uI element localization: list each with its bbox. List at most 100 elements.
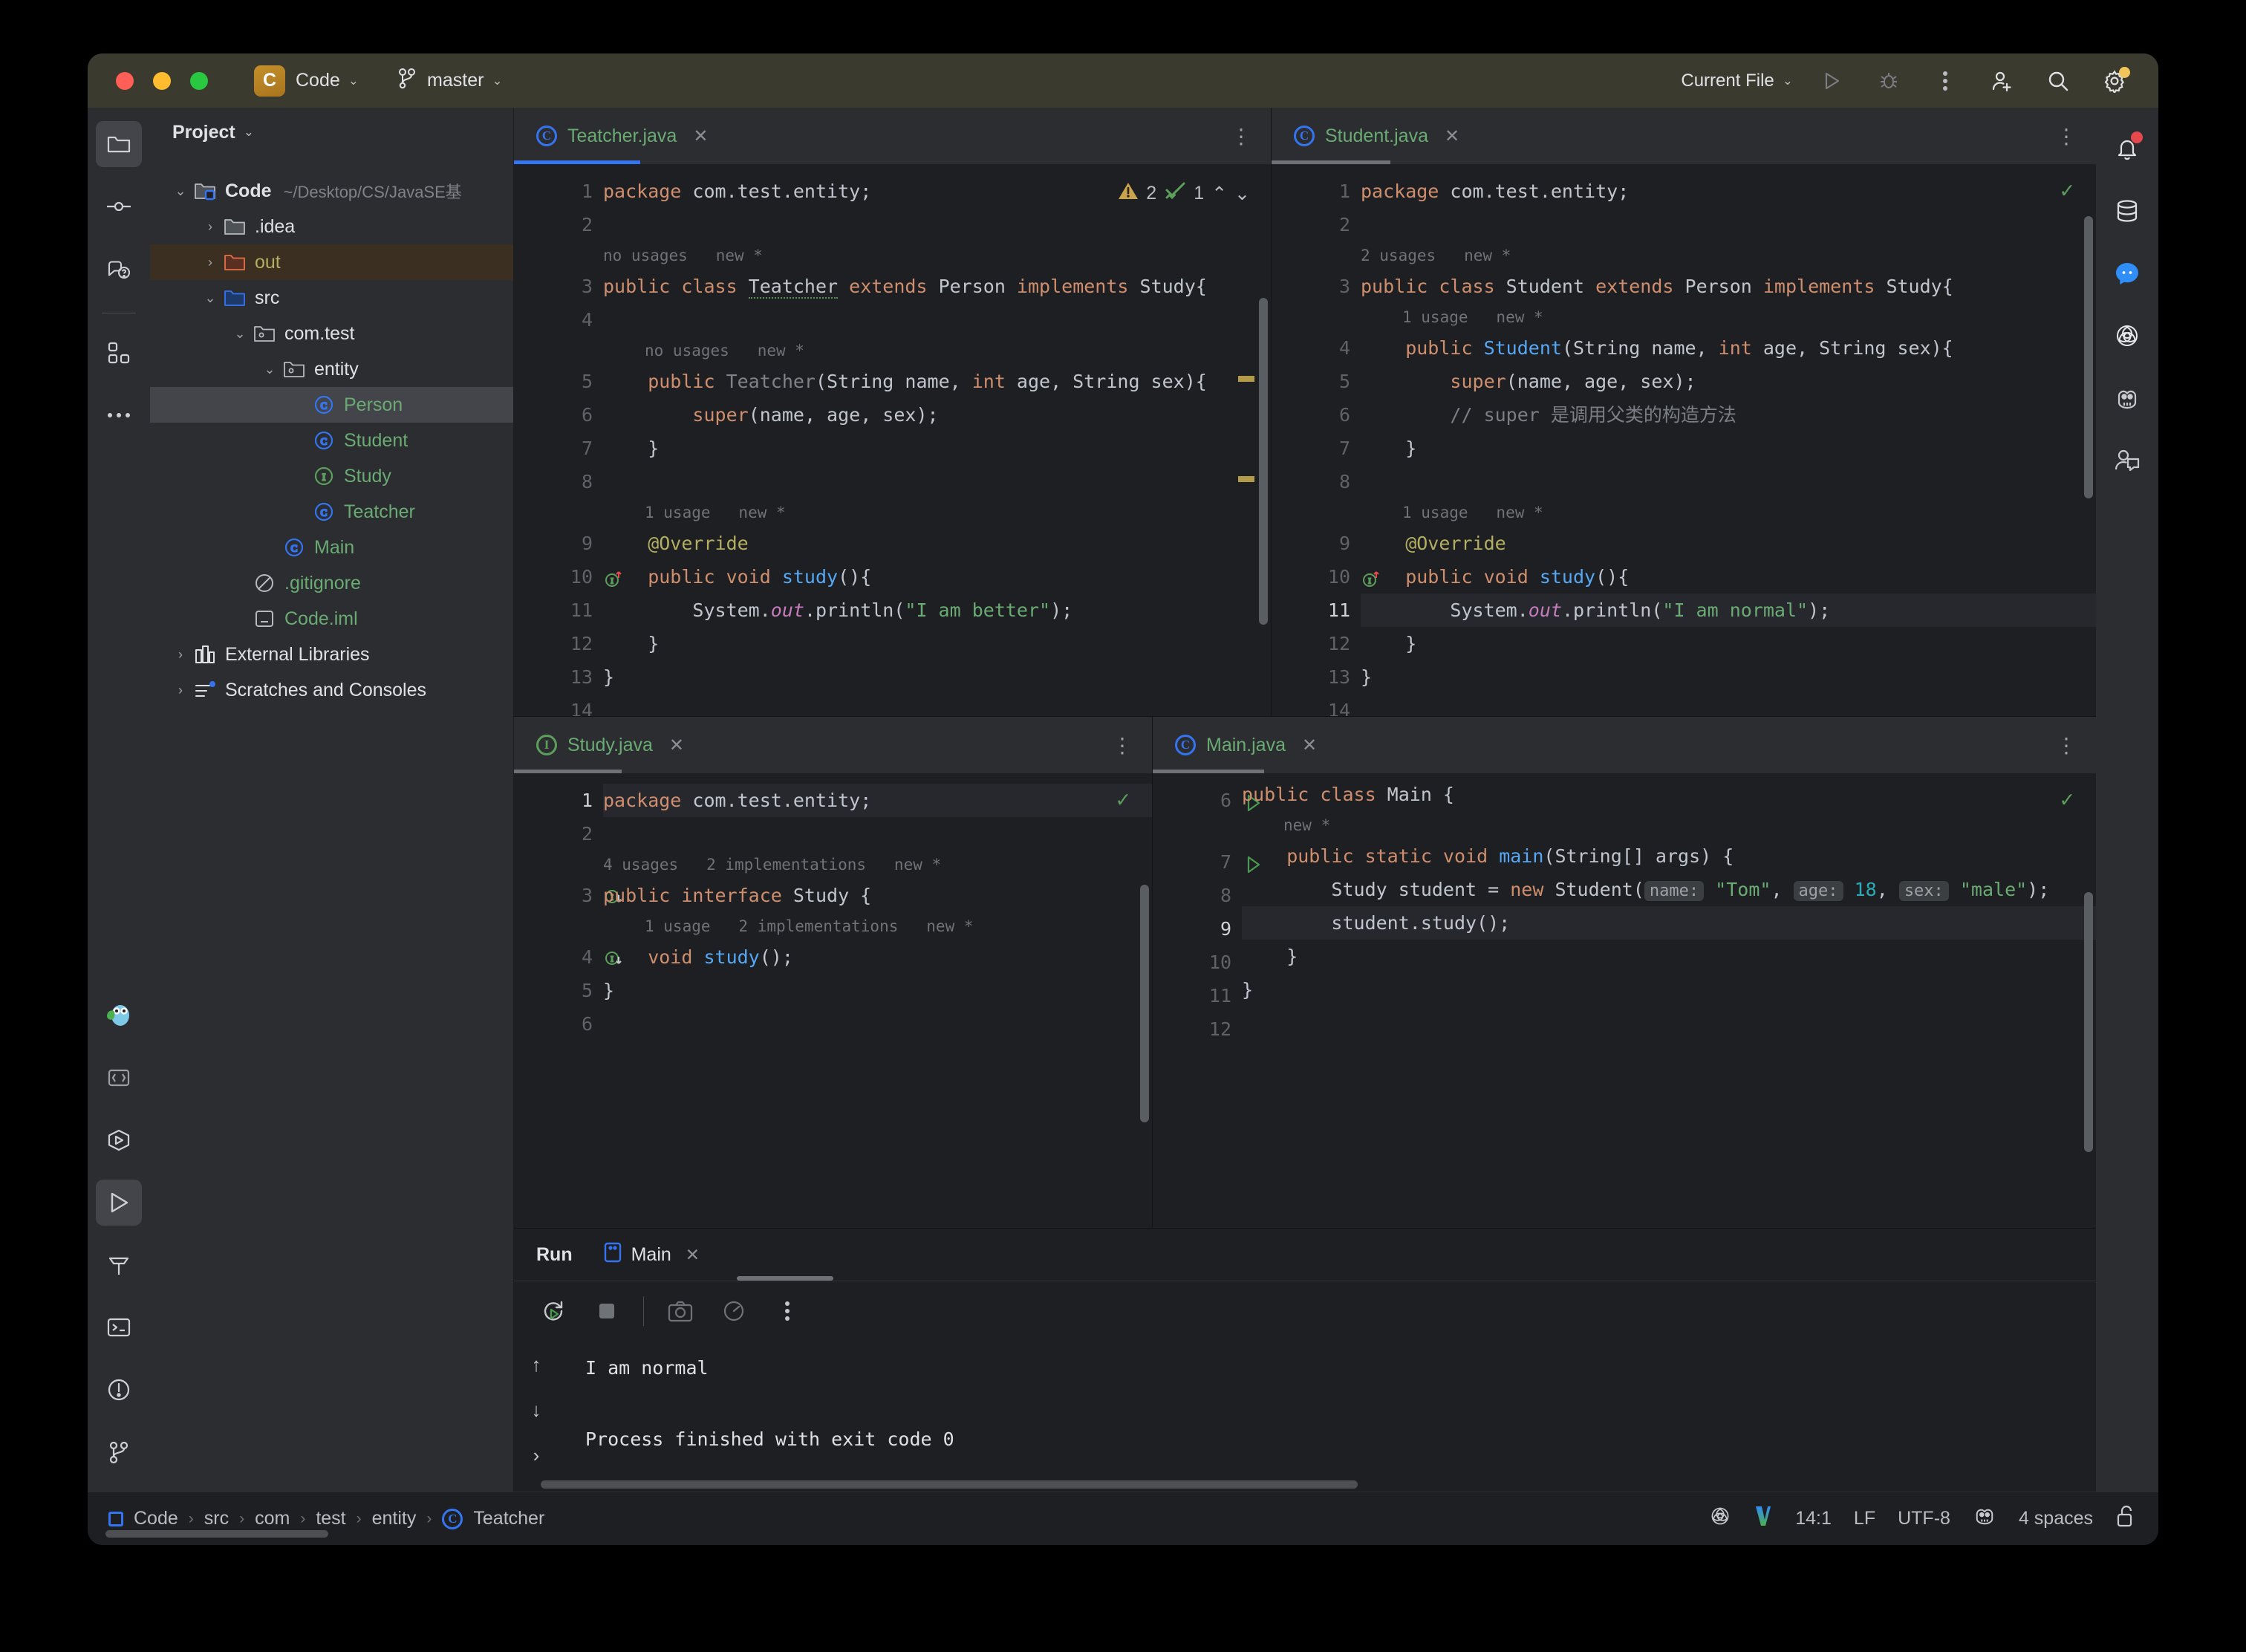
code-line[interactable]: } bbox=[1361, 660, 2096, 694]
tree-node-person[interactable]: CPerson bbox=[150, 387, 513, 423]
expand-icon[interactable]: › bbox=[533, 1444, 540, 1467]
code-line[interactable]: public Teatcher(String name, int age, St… bbox=[603, 365, 1271, 398]
run-more-options-button[interactable] bbox=[770, 1294, 804, 1328]
tab-student-java[interactable]: C Student.java ✕ bbox=[1272, 108, 1477, 164]
editor-options-button[interactable]: ⋮ bbox=[1112, 733, 1134, 758]
tab-main-java[interactable]: C Main.java ✕ bbox=[1153, 717, 1335, 773]
run-button[interactable] bbox=[1815, 64, 1849, 98]
file-encoding[interactable]: UTF-8 bbox=[1898, 1508, 1950, 1529]
code-line[interactable]: } bbox=[603, 974, 1152, 1007]
tree-node-code[interactable]: ⌄Code~/Desktop/CS/JavaSE基 bbox=[150, 173, 513, 209]
rail-more-button[interactable] bbox=[96, 392, 142, 438]
tree-node-gitignore[interactable]: .gitignore bbox=[150, 565, 513, 601]
code-line[interactable]: } bbox=[1242, 940, 2096, 973]
code-line[interactable]: public static void main(String[] args) { bbox=[1242, 839, 2096, 873]
tab-teatcher-java[interactable]: C Teatcher.java ✕ bbox=[514, 108, 726, 164]
run-tab-main[interactable]: Main ✕ bbox=[604, 1242, 700, 1268]
chevron-right-icon[interactable]: › bbox=[199, 255, 221, 270]
tree-node-study[interactable]: IStudy bbox=[150, 458, 513, 494]
tree-node-entity[interactable]: ⌄entity bbox=[150, 351, 513, 387]
more-actions-button[interactable] bbox=[1928, 64, 1962, 98]
project-horizontal-scrollbar[interactable] bbox=[105, 1530, 328, 1538]
breadcrumb-item[interactable]: com bbox=[255, 1508, 290, 1529]
tree-node-out[interactable]: ›out bbox=[150, 244, 513, 280]
tool-window-project-button[interactable] bbox=[96, 121, 142, 167]
code-line[interactable] bbox=[603, 1007, 1152, 1041]
chevron-right-icon[interactable]: › bbox=[169, 683, 192, 698]
tool-window-commit-button[interactable] bbox=[96, 183, 142, 230]
tool-window-openai-button[interactable] bbox=[2104, 313, 2150, 359]
scroll-down-icon[interactable]: ↓ bbox=[532, 1399, 541, 1422]
code-line[interactable]: } bbox=[1242, 973, 2096, 1007]
chevron-down-icon[interactable]: ⌄ bbox=[258, 362, 281, 377]
search-icon[interactable] bbox=[2041, 64, 2075, 98]
code-line[interactable] bbox=[603, 817, 1152, 851]
stop-button[interactable] bbox=[590, 1294, 624, 1328]
inlay-hint[interactable]: no usages new * bbox=[603, 241, 1271, 270]
close-icon[interactable]: ✕ bbox=[686, 1245, 700, 1265]
close-window-button[interactable] bbox=[116, 72, 134, 90]
prev-problem-button[interactable]: ⌃ bbox=[1211, 183, 1227, 205]
code-lines[interactable]: package com.test.entity; 4 usages 2 impl… bbox=[603, 773, 1152, 1228]
code-line[interactable]: public class Student extends Person impl… bbox=[1361, 270, 2096, 303]
line-number-gutter[interactable]: 12345678910I11121314 bbox=[1272, 164, 1361, 716]
editor-options-button[interactable]: ⋮ bbox=[1231, 124, 1253, 149]
project-selector[interactable]: C Code ⌄ bbox=[208, 65, 359, 97]
console-horizontal-scrollbar[interactable] bbox=[541, 1480, 1358, 1489]
code-line[interactable]: public Student(String name, int age, Str… bbox=[1361, 331, 2096, 365]
project-tree[interactable]: ⌄Code~/Desktop/CS/JavaSE基›.idea›out⌄src⌄… bbox=[150, 157, 513, 1492]
tool-window-build-button[interactable] bbox=[96, 1242, 142, 1288]
chevron-down-icon[interactable]: ⌄ bbox=[169, 183, 192, 199]
editor-vertical-scrollbar[interactable] bbox=[2084, 216, 2093, 498]
tool-window-version-control-button[interactable] bbox=[96, 1429, 142, 1475]
tool-window-codegeex-button[interactable] bbox=[2104, 375, 2150, 421]
tool-window-problems-button[interactable] bbox=[96, 1367, 142, 1413]
run-configuration-selector[interactable]: Current File ⌄ bbox=[1681, 71, 1793, 91]
inlay-hint[interactable]: 1 usage new * bbox=[1361, 303, 2096, 331]
code-lines[interactable]: public class Main {new * public static v… bbox=[1242, 773, 2096, 1228]
rerun-button[interactable] bbox=[536, 1294, 570, 1328]
close-icon[interactable]: ✕ bbox=[669, 735, 684, 756]
project-panel-header[interactable]: Project ⌄ bbox=[150, 108, 513, 157]
tool-window-go-mascot-button[interactable] bbox=[96, 992, 142, 1038]
line-separator[interactable]: LF bbox=[1854, 1508, 1875, 1529]
code-line[interactable]: public void study(){ bbox=[603, 560, 1271, 594]
tree-node-com-test[interactable]: ⌄com.test bbox=[150, 316, 513, 351]
codegeex-status-icon[interactable] bbox=[1973, 1506, 1996, 1532]
inspection-ok-icon[interactable]: ✓ bbox=[2060, 787, 2074, 813]
code-line[interactable]: } bbox=[1361, 627, 2096, 660]
vim-mode-icon[interactable] bbox=[1754, 1504, 1773, 1533]
inspection-widget[interactable]: 2 1 ⌃ ⌄ bbox=[1118, 181, 1250, 206]
inlay-hint[interactable]: 1 usage new * bbox=[603, 498, 1271, 527]
line-number-gutter[interactable]: 12345678910I11121314 bbox=[514, 164, 603, 716]
code-line[interactable]: @Override bbox=[603, 527, 1271, 560]
close-icon[interactable]: ✕ bbox=[1302, 735, 1317, 756]
close-icon[interactable]: ✕ bbox=[1445, 126, 1459, 147]
tree-node-student[interactable]: CStudent bbox=[150, 423, 513, 458]
code-line[interactable]: } bbox=[603, 627, 1271, 660]
close-icon[interactable]: ✕ bbox=[693, 126, 708, 147]
code-line[interactable]: super(name, age, sex); bbox=[603, 398, 1271, 432]
code-line[interactable]: System.out.println("I am normal"); bbox=[1361, 594, 2096, 627]
tree-node-code-iml[interactable]: Code.iml bbox=[150, 601, 513, 637]
editor-vertical-scrollbar[interactable] bbox=[1140, 885, 1149, 1122]
marker-stripe-warning[interactable] bbox=[1238, 376, 1254, 382]
code-line[interactable] bbox=[1361, 465, 2096, 498]
code-area-study[interactable]: 123I4I56 package com.test.entity; 4 usag… bbox=[514, 773, 1152, 1228]
tool-window-assistant-chat-button[interactable] bbox=[2104, 438, 2150, 484]
chevron-right-icon[interactable]: › bbox=[169, 647, 192, 663]
inlay-hint[interactable]: 2 usages new * bbox=[1361, 241, 2096, 270]
inlay-hint[interactable]: new * bbox=[1242, 811, 2096, 839]
inspection-ok-icon[interactable]: ✓ bbox=[1116, 787, 1130, 813]
code-line[interactable]: } bbox=[1361, 432, 2096, 465]
chevron-down-icon[interactable]: ⌄ bbox=[244, 125, 254, 140]
branch-selector[interactable]: master ⌄ bbox=[397, 68, 503, 94]
tool-window-database-button[interactable] bbox=[2104, 188, 2150, 234]
code-area-teatcher[interactable]: 12345678910I11121314 package com.test.en… bbox=[514, 164, 1271, 716]
code-line[interactable]: super(name, age, sex); bbox=[1361, 365, 2096, 398]
screenshot-button[interactable] bbox=[663, 1294, 697, 1328]
code-line[interactable]: public interface Study { bbox=[603, 879, 1152, 912]
breadcrumb-item[interactable]: Teatcher bbox=[473, 1508, 544, 1529]
tab-study-java[interactable]: I Study.java ✕ bbox=[514, 717, 702, 773]
tool-window-plugins-button[interactable] bbox=[96, 330, 142, 376]
